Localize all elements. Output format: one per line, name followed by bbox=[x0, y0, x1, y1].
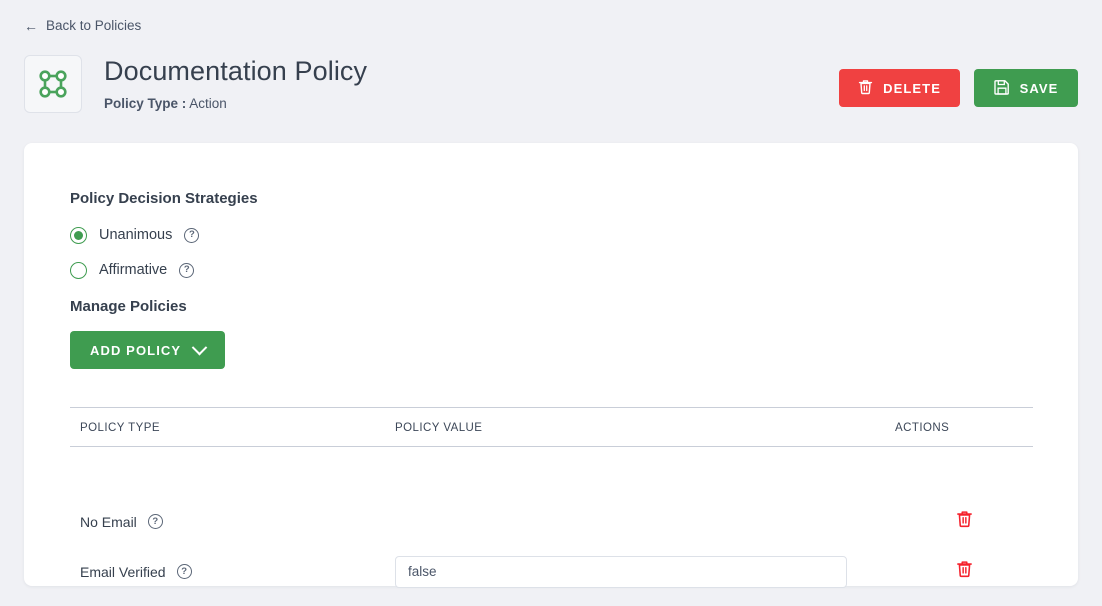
policies-table: POLICY TYPE POLICY VALUE ACTIONS No Emai… bbox=[70, 407, 1033, 597]
cell-policy-value bbox=[385, 547, 885, 597]
delete-row-button-no-email[interactable] bbox=[956, 510, 973, 528]
floppy-disk-icon bbox=[993, 79, 1010, 98]
header-actions: DELETE SAVE bbox=[839, 55, 1078, 107]
help-circle-icon-no-email[interactable]: ? bbox=[147, 514, 163, 529]
arrow-left-icon: ← bbox=[24, 17, 38, 34]
back-to-policies-label: Back to Policies bbox=[46, 18, 142, 33]
cell-actions bbox=[885, 547, 1033, 597]
policy-graph-icon bbox=[24, 55, 82, 113]
table-row: No Email ? bbox=[70, 497, 1033, 547]
policy-decision-strategies-title: Policy Decision Strategies bbox=[70, 190, 258, 207]
radio-unanimous-label: Unanimous bbox=[99, 227, 173, 243]
table-row: Email Verified ? bbox=[70, 547, 1033, 597]
page-header: Documentation Policy Policy Type : Actio… bbox=[24, 55, 1078, 113]
radio-option-unanimous[interactable]: Unanimous ? bbox=[70, 221, 1056, 249]
help-circle-icon-email-verified[interactable]: ? bbox=[176, 564, 192, 579]
policy-content-card: Policy Decision Strategies Unanimous ? A… bbox=[24, 143, 1078, 588]
cell-policy-type: Email Verified ? bbox=[70, 547, 385, 597]
trash-icon bbox=[858, 79, 873, 98]
save-button[interactable]: SAVE bbox=[974, 69, 1078, 107]
policy-type-email-verified: Email Verified ? bbox=[80, 564, 385, 580]
delete-button[interactable]: DELETE bbox=[839, 69, 960, 107]
page-title: Documentation Policy bbox=[104, 56, 368, 86]
add-policy-button[interactable]: ADD POLICY bbox=[70, 331, 226, 369]
back-to-policies-link[interactable]: ← Back to Policies bbox=[24, 18, 141, 33]
title-block: Documentation Policy Policy Type : Actio… bbox=[104, 55, 839, 111]
policy-type-no-email-label: No Email bbox=[80, 513, 137, 530]
radio-option-affirmative[interactable]: Affirmative ? bbox=[70, 256, 1056, 284]
radio-unanimous-indicator[interactable] bbox=[70, 226, 87, 244]
delete-button-label: DELETE bbox=[883, 80, 941, 96]
policy-value-input-email-verified[interactable] bbox=[395, 555, 847, 588]
policy-type-subtitle: Policy Type : Action bbox=[104, 96, 839, 111]
policy-decision-strategies-group: Unanimous ? Affirmative ? bbox=[70, 221, 1056, 284]
add-policy-button-label: ADD POLICY bbox=[90, 342, 182, 358]
policy-type-email-verified-label: Email Verified bbox=[80, 563, 166, 580]
column-header-policy-value: POLICY VALUE bbox=[385, 407, 885, 447]
column-header-policy-type: POLICY TYPE bbox=[70, 407, 385, 447]
cell-actions bbox=[885, 497, 1033, 547]
policies-table-body: No Email ? Email Verified ? false bbox=[70, 447, 1033, 597]
column-header-actions: ACTIONS bbox=[885, 407, 1033, 447]
policy-detail-page: ← Back to Policies Documentation Policy … bbox=[0, 0, 1102, 606]
help-circle-icon-unanimous[interactable]: ? bbox=[184, 227, 200, 243]
policies-table-head: POLICY TYPE POLICY VALUE ACTIONS bbox=[70, 407, 1033, 447]
manage-policies-title: Manage Policies bbox=[70, 298, 187, 315]
policy-type-no-email: No Email ? bbox=[80, 514, 385, 530]
help-circle-icon-affirmative[interactable]: ? bbox=[179, 262, 195, 278]
radio-affirmative-label: Affirmative bbox=[99, 262, 168, 278]
cell-policy-type: No Email ? bbox=[70, 497, 385, 547]
chevron-down-icon bbox=[191, 339, 208, 355]
delete-row-button-email-verified[interactable] bbox=[956, 560, 973, 578]
policy-type-value: Action bbox=[189, 96, 227, 112]
cell-policy-value bbox=[385, 497, 885, 547]
policy-type-label: Policy Type : bbox=[104, 96, 187, 112]
radio-affirmative-indicator[interactable] bbox=[70, 261, 87, 279]
card-inner: Policy Decision Strategies Unanimous ? A… bbox=[70, 190, 1056, 597]
table-row-spacer bbox=[70, 447, 1033, 497]
table-header-row: POLICY TYPE POLICY VALUE ACTIONS bbox=[70, 407, 1033, 447]
save-button-label: SAVE bbox=[1019, 80, 1059, 96]
